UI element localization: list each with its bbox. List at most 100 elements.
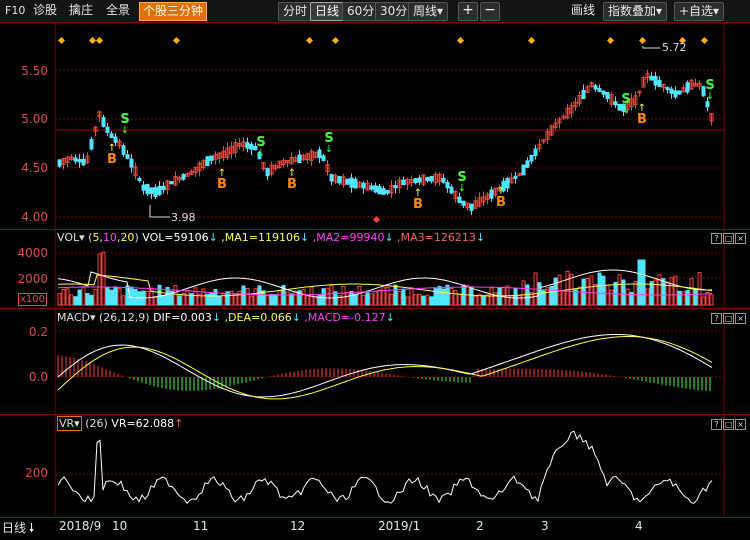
vol-indicator-name[interactable]: VOL▾ [57,231,85,244]
maximize-icon[interactable]: □ [723,313,734,324]
candle-body [249,143,254,150]
candle-body [81,158,86,166]
candle-body [353,178,358,189]
up-arrow-icon: ↑ [108,143,116,154]
candle-body [673,90,678,98]
x-label-10: 10 [112,519,128,533]
volume-bar [549,285,554,306]
candle-body [209,155,214,161]
down-arrow-icon: ↓ [211,311,222,324]
macd-value: ,MACD=-0.127 [304,311,386,324]
volume-bar [633,280,638,306]
candle-body [445,181,450,189]
candle-body [601,90,606,95]
x-axis-bar: 日线 🠗 2018/9 10 11 12 2019/1 2 3 4 [0,517,750,537]
maximize-icon[interactable]: □ [723,419,734,430]
candle-body [349,177,354,188]
help-icon[interactable]: ? [711,419,722,430]
high-price-label: 5.72 [662,41,687,54]
down-arrow-icon: ↓ [325,144,333,155]
down-arrow-icon: ↓ [291,311,301,324]
down-arrow-icon: ↓ [385,311,395,324]
candle-body [393,185,398,189]
volume-bar [617,274,622,306]
x-label-2019-1: 2019/1 [378,519,421,533]
candle-body [373,185,378,193]
candle-body [521,164,526,176]
down-arrow-icon: ↓ [257,148,265,159]
close-icon[interactable]: × [735,313,746,324]
volume-bar [625,288,630,306]
candle-body [337,176,342,184]
x-label-2018-9: 2018/9 [59,519,102,533]
volume-bars [57,251,714,306]
candle-body [381,188,386,195]
volume-bar [201,288,206,306]
event-diamond-icon [331,36,340,45]
volume-bar [161,295,166,306]
down-arrow-icon: ↓ [300,231,310,244]
volume-bar [305,295,310,306]
buy-signal: B [637,112,647,127]
volume-bar [213,289,218,306]
volume-bar [521,280,526,306]
volume-bar [73,296,78,306]
close-icon[interactable]: × [735,419,746,430]
vr-indicator-name[interactable]: VR▾ [57,416,82,431]
volume-bar [217,296,222,306]
ma2-value: ,MA2=99940 [312,231,385,244]
event-diamond-icon [57,36,66,45]
volume-bar [393,284,398,306]
volume-bar [209,292,214,306]
help-icon[interactable]: ? [711,233,722,244]
volume-bar [117,288,122,306]
volume-bar [469,286,474,306]
down-arrow-icon[interactable]: 🠗 [29,519,34,540]
volume-bar [685,290,690,306]
volume-bar [269,293,274,306]
volume-bar [645,288,650,306]
candle-body [533,148,538,157]
maximize-icon[interactable]: □ [723,233,734,244]
help-icon[interactable]: ? [711,313,722,324]
candle-body [457,196,462,204]
candle-body [653,75,658,86]
event-diamond-icon [606,36,615,45]
volume-bar [345,291,350,306]
candle-body [425,177,430,182]
volume-bar [157,284,162,306]
candle-body [417,177,422,183]
candle-body [385,189,390,194]
candle-body [161,185,166,191]
volume-bar [589,275,594,306]
volume-bar [401,288,406,306]
candle-body [137,177,142,182]
volume-bar [325,287,330,306]
volume-bar [93,288,98,306]
period-label[interactable]: 日线 [2,519,26,536]
volume-bar [649,281,654,306]
macd-indicator-name[interactable]: MACD▾ [57,311,96,324]
candle-body [153,187,158,198]
vol-unit-label: x100 [18,293,48,306]
event-diamond-icon [700,36,709,45]
volume-bar [389,293,394,306]
event-diamond-icon [305,36,314,45]
x-label-11: 11 [193,519,209,533]
candle-body [121,145,126,155]
vol-header: VOL▾ (5,10,20) VOL=59106↓ ,MA1=119106↓ ,… [57,231,486,244]
volume-bar [105,286,110,306]
candle-body [597,88,602,92]
volume-bar [677,290,682,306]
close-icon[interactable]: × [735,233,746,244]
volume-bar [669,277,674,306]
kline-chart-canvas[interactable]: B↑S↓B↑S↓B↑S↓B↑S↓B↑S↓B↑S↓ [0,0,750,536]
event-diamond-icon [527,36,536,45]
buy-signal: B [107,152,117,167]
volume-bar [425,294,430,306]
volume-bar [693,289,698,306]
volume-bar [421,295,426,306]
volume-bar [593,284,598,306]
price-tick-550: 5.50 [21,64,48,78]
candle-body [613,101,618,106]
